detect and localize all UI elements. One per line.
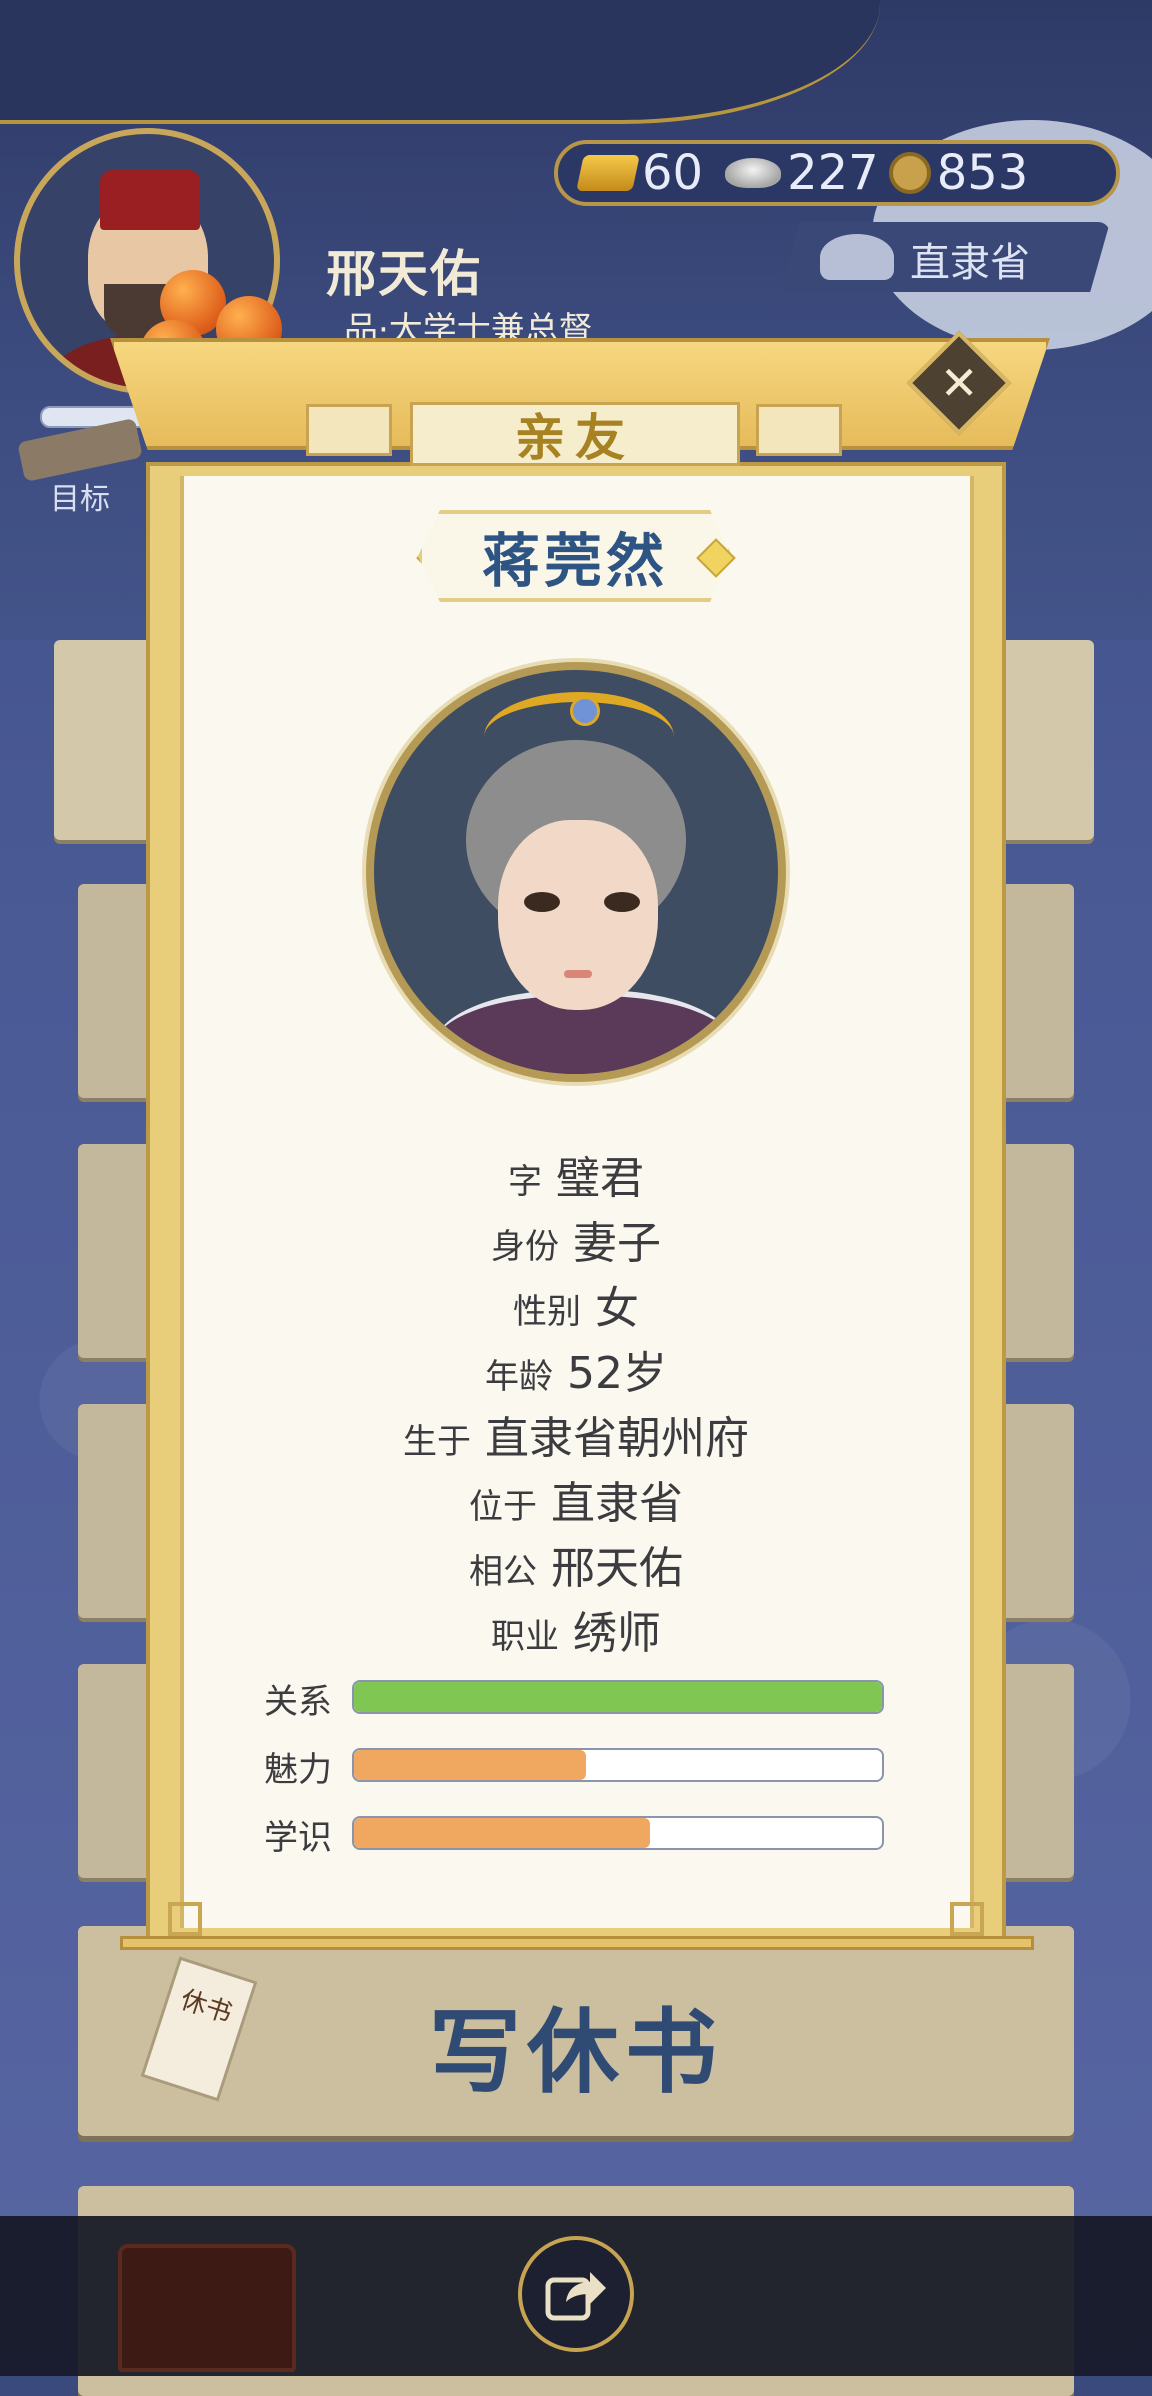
info-row-identity: 身份 妻子: [176, 1207, 976, 1272]
silver-amount: 227: [787, 145, 879, 201]
portrait-face: [498, 820, 658, 1010]
info-row-gender: 性别 女: [176, 1272, 976, 1337]
silver-ingot-icon: [725, 158, 782, 188]
stat-fill: [354, 1818, 650, 1848]
gold-ingot-icon: [576, 155, 640, 191]
info-row-location: 位于 直隶省: [176, 1467, 976, 1532]
info-value: 妻子: [573, 1218, 661, 1269]
stat-fill: [354, 1750, 587, 1780]
panel-title-box: 亲友: [410, 402, 740, 467]
stat-label: 学识: [264, 1818, 332, 1858]
stat-track: [352, 1680, 884, 1714]
stat-label: 魅力: [264, 1750, 332, 1790]
share-icon: [545, 2272, 606, 2321]
info-value: 璧君: [556, 1153, 644, 1204]
corner-ornament: [168, 1902, 202, 1936]
panel-title: 亲友: [515, 408, 635, 467]
info-value: 邢天佑: [551, 1543, 683, 1594]
info-value: 女: [595, 1283, 639, 1334]
write-divorce-letter-button[interactable]: 休书 写休书: [78, 1926, 1074, 2136]
stat-charm: 魅力: [264, 1742, 884, 1790]
character-portrait: [366, 662, 786, 1082]
info-row-birthplace: 生于 直隶省朝州府: [176, 1402, 976, 1467]
character-info-list: 字 璧君 身份 妻子 性别 女 年龄 52岁 生于 直隶省朝州府 位于 直隶省 …: [176, 1142, 976, 1662]
player-name: 邢天佑: [326, 244, 482, 303]
info-key: 位于: [469, 1487, 537, 1527]
coin-amount: 853: [936, 145, 1029, 201]
header-ornament-left: [306, 404, 392, 456]
info-key: 性别: [513, 1292, 581, 1332]
info-value: 52岁: [567, 1348, 667, 1399]
treasure-chest-icon: [118, 2244, 296, 2372]
share-button[interactable]: [518, 2236, 634, 2352]
header-ornament-right: [756, 404, 842, 456]
info-value: 直隶省朝州府: [485, 1413, 749, 1464]
avatar-hat: [100, 170, 200, 230]
stat-learning: 学识: [264, 1810, 884, 1858]
info-row-age: 年龄 52岁: [176, 1337, 976, 1402]
stat-fill: [354, 1682, 882, 1712]
character-name-plate: 蒋莞然: [418, 510, 732, 602]
info-value: 直隶省: [551, 1478, 683, 1529]
info-row-occupation: 职业 绣师: [176, 1597, 976, 1662]
info-row-courtesy-name: 字 璧君: [176, 1142, 976, 1207]
portrait-mouth: [564, 970, 592, 978]
character-name: 蒋莞然: [481, 527, 668, 595]
currency-bar: 60 227 853: [554, 140, 1120, 206]
divorce-button-label: 写休书: [428, 1998, 723, 2106]
stat-track: [352, 1816, 884, 1850]
portrait-eye: [524, 892, 560, 912]
header-banner: [0, 0, 880, 124]
info-row-husband: 相公 邢天佑: [176, 1532, 976, 1597]
panel-bottom-rail: [120, 1936, 1034, 1950]
copper-coin-icon: [888, 152, 931, 194]
stat-relation: 关系: [264, 1674, 884, 1722]
info-key: 年龄: [485, 1357, 553, 1397]
stat-track: [352, 1748, 884, 1782]
goal-label[interactable]: 目标: [50, 474, 110, 518]
info-key: 字: [508, 1162, 542, 1202]
info-key: 相公: [469, 1552, 537, 1592]
info-value: 绣师: [573, 1608, 661, 1659]
info-key: 身份: [491, 1227, 559, 1267]
close-icon: ✕: [939, 355, 979, 410]
info-key: 生于: [403, 1422, 471, 1462]
gold-amount: 60: [642, 145, 704, 201]
location-button[interactable]: 直隶省: [780, 222, 1110, 292]
stat-label: 关系: [264, 1682, 332, 1722]
official-hat-icon: [820, 234, 894, 280]
portrait-gem: [570, 696, 600, 726]
info-key: 职业: [491, 1617, 559, 1657]
portrait-eye: [604, 892, 640, 912]
location-label: 直隶省: [910, 240, 1030, 286]
corner-ornament: [950, 1902, 984, 1936]
